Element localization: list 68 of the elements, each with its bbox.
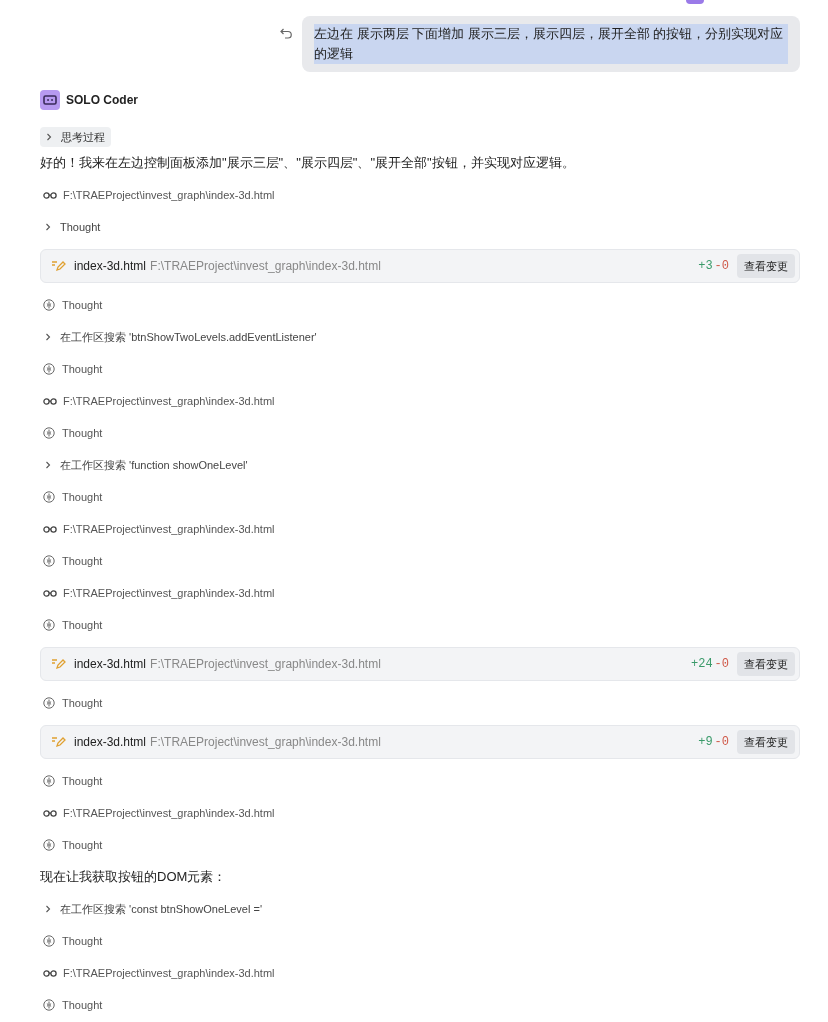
agent-name: SOLO Coder <box>66 92 138 109</box>
edit-pencil-icon <box>51 658 66 670</box>
message-text: 好的！我来在左边控制面板添加"展示三层"、"展示四层"、"展开全部"按钮，并实现对应逻辑。 <box>40 154 575 173</box>
agent-logo-icon <box>40 90 60 110</box>
thought-label[interactable]: Thought <box>62 360 103 378</box>
file-name[interactable]: index-3d.html <box>74 655 147 673</box>
thought-label[interactable]: Thought <box>62 488 103 506</box>
bulb-circle-icon <box>43 491 55 503</box>
glasses-icon <box>43 397 57 405</box>
chevron-icon <box>45 333 51 341</box>
added-count: +9 <box>698 734 713 751</box>
collapsed-step[interactable]: Thought <box>60 218 101 236</box>
view-changes-button[interactable]: 查看变更 <box>737 730 795 754</box>
thought-label[interactable]: Thought <box>62 694 103 712</box>
chevron-icon <box>45 461 51 469</box>
view-changes-button[interactable]: 查看变更 <box>737 652 795 676</box>
undo-icon[interactable] <box>280 28 292 39</box>
chevron-icon <box>45 905 51 913</box>
file-path[interactable]: F:\TRAEProject\invest_graph\index-3d.html <box>63 964 275 982</box>
bulb-circle-icon <box>43 427 55 439</box>
bulb-circle-icon <box>43 363 55 375</box>
thought-label[interactable]: Thought <box>62 932 103 950</box>
thought-label[interactable]: Thought <box>62 296 103 314</box>
added-count: +24 <box>691 656 713 673</box>
glasses-icon <box>43 191 57 199</box>
bulb-circle-icon <box>43 697 55 709</box>
file-path: F:\TRAEProject\invest_graph\index-3d.html <box>150 656 381 673</box>
view-changes-button[interactable]: 查看变更 <box>737 254 795 278</box>
glasses-icon <box>43 809 57 817</box>
thought-label[interactable]: Thought <box>62 552 103 570</box>
thinking-process-chip[interactable]: 思考过程 <box>40 127 111 147</box>
file-path[interactable]: F:\TRAEProject\invest_graph\index-3d.html <box>63 584 275 602</box>
file-path[interactable]: F:\TRAEProject\invest_graph\index-3d.html <box>63 186 275 204</box>
file-path: F:\TRAEProject\invest_graph\index-3d.html <box>150 734 381 751</box>
thought-label[interactable]: Thought <box>62 772 103 790</box>
collapsed-step[interactable]: 在工作区搜索 'btnShowTwoLevels.addEventListener' <box>60 328 317 346</box>
chevron-icon <box>45 223 51 231</box>
bulb-circle-icon <box>43 999 55 1011</box>
thought-label[interactable]: Thought <box>62 616 103 634</box>
thought-label[interactable]: Thought <box>62 836 103 854</box>
collapsed-step[interactable]: 在工作区搜索 'function showOneLevel' <box>60 456 248 474</box>
file-path: F:\TRAEProject\invest_graph\index-3d.html <box>150 258 381 275</box>
thought-label[interactable]: Thought <box>62 996 103 1014</box>
chevron-icon <box>46 133 52 141</box>
message-text: 现在让我获取按钮的DOM元素： <box>40 868 227 887</box>
bulb-circle-icon <box>43 555 55 567</box>
bulb-circle-icon <box>43 299 55 311</box>
bulb-circle-icon <box>43 935 55 947</box>
bulb-circle-icon <box>43 839 55 851</box>
glasses-icon <box>43 589 57 597</box>
file-path[interactable]: F:\TRAEProject\invest_graph\index-3d.html <box>63 392 275 410</box>
file-name[interactable]: index-3d.html <box>74 257 147 275</box>
added-count: +3 <box>698 258 713 275</box>
file-name[interactable]: index-3d.html <box>74 733 147 751</box>
glasses-icon <box>43 969 57 977</box>
bulb-circle-icon <box>43 775 55 787</box>
removed-count: -0 <box>714 258 729 275</box>
glasses-icon <box>43 525 57 533</box>
edit-pencil-icon <box>51 260 66 272</box>
edit-pencil-icon <box>51 736 66 748</box>
file-path[interactable]: F:\TRAEProject\invest_graph\index-3d.html <box>63 520 275 538</box>
collapsed-step[interactable]: 在工作区搜索 'const btnShowOneLevel =' <box>60 900 262 918</box>
removed-count: -0 <box>714 656 729 673</box>
user-message-text: 左边在 展示两层 下面增加 展示三层，展示四层，展开全部 的按钮，分别实现对应的逻辑 <box>314 24 788 64</box>
removed-count: -0 <box>714 734 729 751</box>
thought-label[interactable]: Thought <box>62 424 103 442</box>
bulb-circle-icon <box>43 619 55 631</box>
file-path[interactable]: F:\TRAEProject\invest_graph\index-3d.html <box>63 804 275 822</box>
